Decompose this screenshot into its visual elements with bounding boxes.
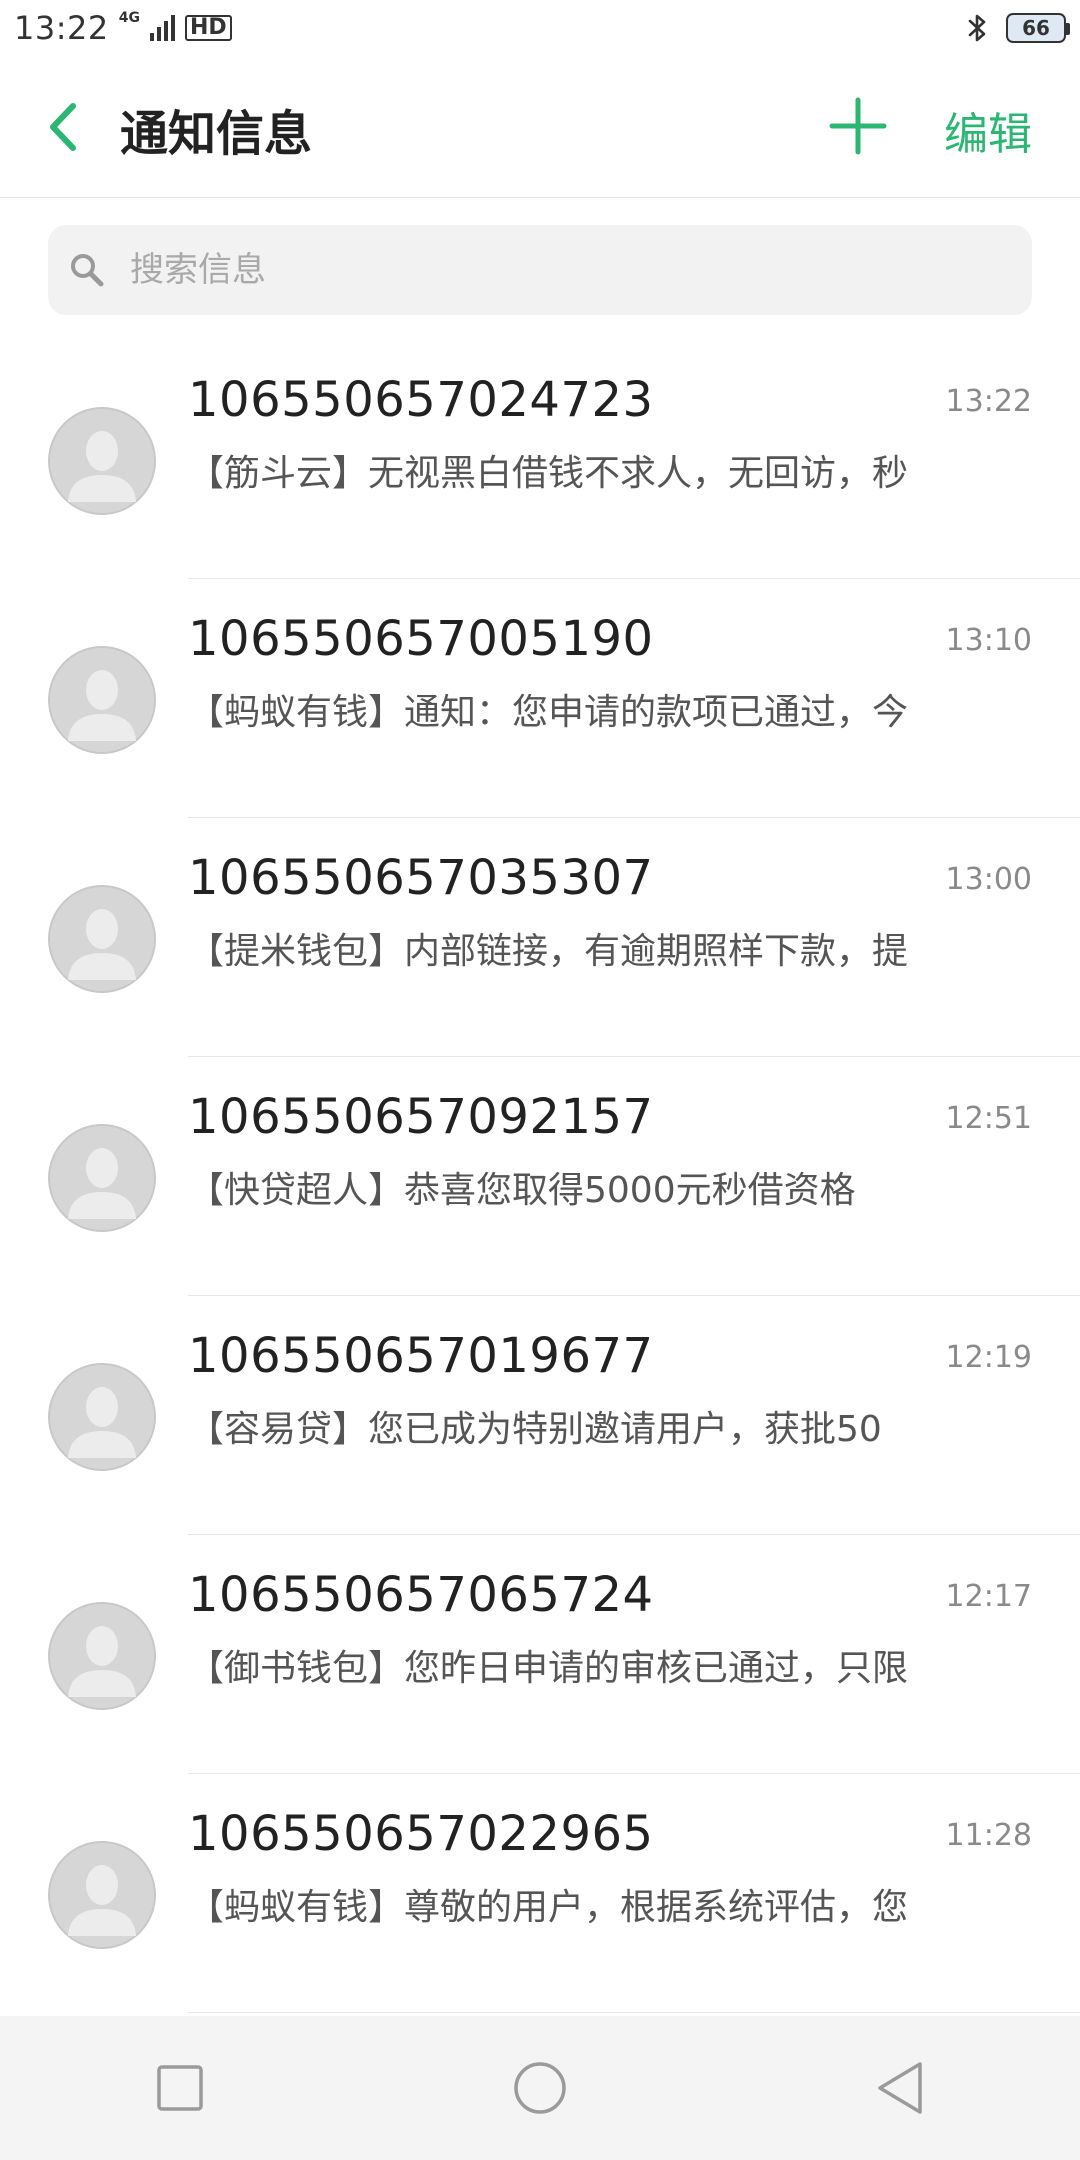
- person-icon: [48, 1124, 156, 1232]
- status-right: 66: [964, 12, 1070, 44]
- add-button[interactable]: [826, 94, 890, 158]
- avatar: [48, 646, 156, 754]
- hd-icon: HD: [184, 15, 232, 41]
- person-icon: [48, 646, 156, 754]
- circle-home-icon: [514, 2062, 566, 2114]
- sender-number: 106550657022965: [188, 1806, 654, 1862]
- message-time: 13:10: [945, 623, 1032, 658]
- list-item[interactable]: 106550657035307 【提米钱包】内部链接，有逾期照样下款，提 13:…: [0, 818, 1080, 1057]
- list-item[interactable]: 106550657024723 【筋斗云】无视黑白借钱不求人，无回访，秒 13:…: [0, 340, 1080, 579]
- avatar: [48, 1602, 156, 1710]
- recents-button[interactable]: [145, 2053, 215, 2123]
- back-button[interactable]: [38, 96, 86, 158]
- status-left: 13:22 4G HD: [14, 9, 232, 47]
- home-button[interactable]: [505, 2053, 575, 2123]
- status-bar: 13:22 4G HD 66: [0, 0, 1080, 56]
- list-item[interactable]: 106550657019677 【容易贷】您已成为特别邀请用户，获批50 12:…: [0, 1296, 1080, 1535]
- status-time: 13:22: [14, 9, 109, 47]
- network-type: 4G: [118, 10, 140, 26]
- message-preview: 【容易贷】您已成为特别邀请用户，获批50: [188, 1409, 882, 1450]
- message-time: 13:00: [945, 862, 1032, 897]
- message-preview: 【提米钱包】内部链接，有逾期照样下款，提: [188, 931, 909, 972]
- message-time: 12:17: [945, 1579, 1032, 1614]
- battery-icon: 66: [1006, 13, 1070, 43]
- list-item[interactable]: 106550657065724 【御书钱包】您昨日申请的审核已通过，只限 12:…: [0, 1535, 1080, 1774]
- chevron-left-icon: [50, 103, 76, 151]
- sender-number: 106550657019677: [188, 1328, 654, 1384]
- message-time: 13:22: [945, 384, 1032, 419]
- person-icon: [48, 1363, 156, 1471]
- triangle-back-icon: [878, 2062, 922, 2114]
- signal-icon: [149, 15, 175, 41]
- avatar: [48, 1124, 156, 1232]
- list-item[interactable]: 106550657092157 【快贷超人】恭喜您取得5000元秒借资格 12:…: [0, 1057, 1080, 1296]
- message-time: 12:51: [945, 1101, 1032, 1136]
- message-preview: 【御书钱包】您昨日申请的审核已通过，只限: [188, 1648, 909, 1689]
- avatar: [48, 407, 156, 515]
- back-nav-button[interactable]: [865, 2053, 935, 2123]
- search-bar[interactable]: [48, 225, 1032, 315]
- search-icon: [71, 254, 104, 287]
- message-preview: 【筋斗云】无视黑白借钱不求人，无回访，秒: [188, 453, 909, 494]
- message-preview: 【蚂蚁有钱】尊敬的用户，根据系统评估，您: [188, 1887, 909, 1928]
- plus-icon: [829, 97, 887, 155]
- person-icon: [48, 1841, 156, 1949]
- message-list: 106550657024723 【筋斗云】无视黑白借钱不求人，无回访，秒 13:…: [0, 340, 1080, 2013]
- edit-button[interactable]: 编辑: [944, 98, 1032, 162]
- bluetooth-icon: [968, 14, 986, 42]
- messages-screen: 13:22 4G HD 66 通知信息 编辑 搜索信息 106550657024…: [0, 0, 1080, 2160]
- sender-number: 106550657092157: [188, 1089, 654, 1145]
- sender-number: 106550657024723: [188, 372, 654, 428]
- person-icon: [48, 407, 156, 515]
- avatar: [48, 885, 156, 993]
- list-item[interactable]: 106550657005190 【蚂蚁有钱】通知：您申请的款项已通过，今 13:…: [0, 579, 1080, 818]
- battery-level: 66: [1022, 16, 1050, 40]
- navigation-bar: [0, 2016, 1080, 2160]
- message-preview: 【快贷超人】恭喜您取得5000元秒借资格: [188, 1170, 856, 1211]
- message-time: 12:19: [945, 1340, 1032, 1375]
- message-preview: 【蚂蚁有钱】通知：您申请的款项已通过，今: [188, 692, 909, 733]
- sender-number: 106550657065724: [188, 1567, 654, 1623]
- app-bar: 通知信息 编辑: [0, 56, 1080, 198]
- message-time: 11:28: [945, 1818, 1032, 1853]
- person-icon: [48, 885, 156, 993]
- square-recents-icon: [157, 2065, 203, 2111]
- sender-number: 106550657005190: [188, 611, 654, 667]
- page-title: 通知信息: [120, 106, 313, 162]
- divider: [188, 2012, 1080, 2013]
- list-item[interactable]: 106550657022965 【蚂蚁有钱】尊敬的用户，根据系统评估，您 11:…: [0, 1774, 1080, 2013]
- search-input[interactable]: [128, 249, 982, 291]
- person-icon: [48, 1602, 156, 1710]
- avatar: [48, 1363, 156, 1471]
- avatar: [48, 1841, 156, 1949]
- sender-number: 106550657035307: [188, 850, 654, 906]
